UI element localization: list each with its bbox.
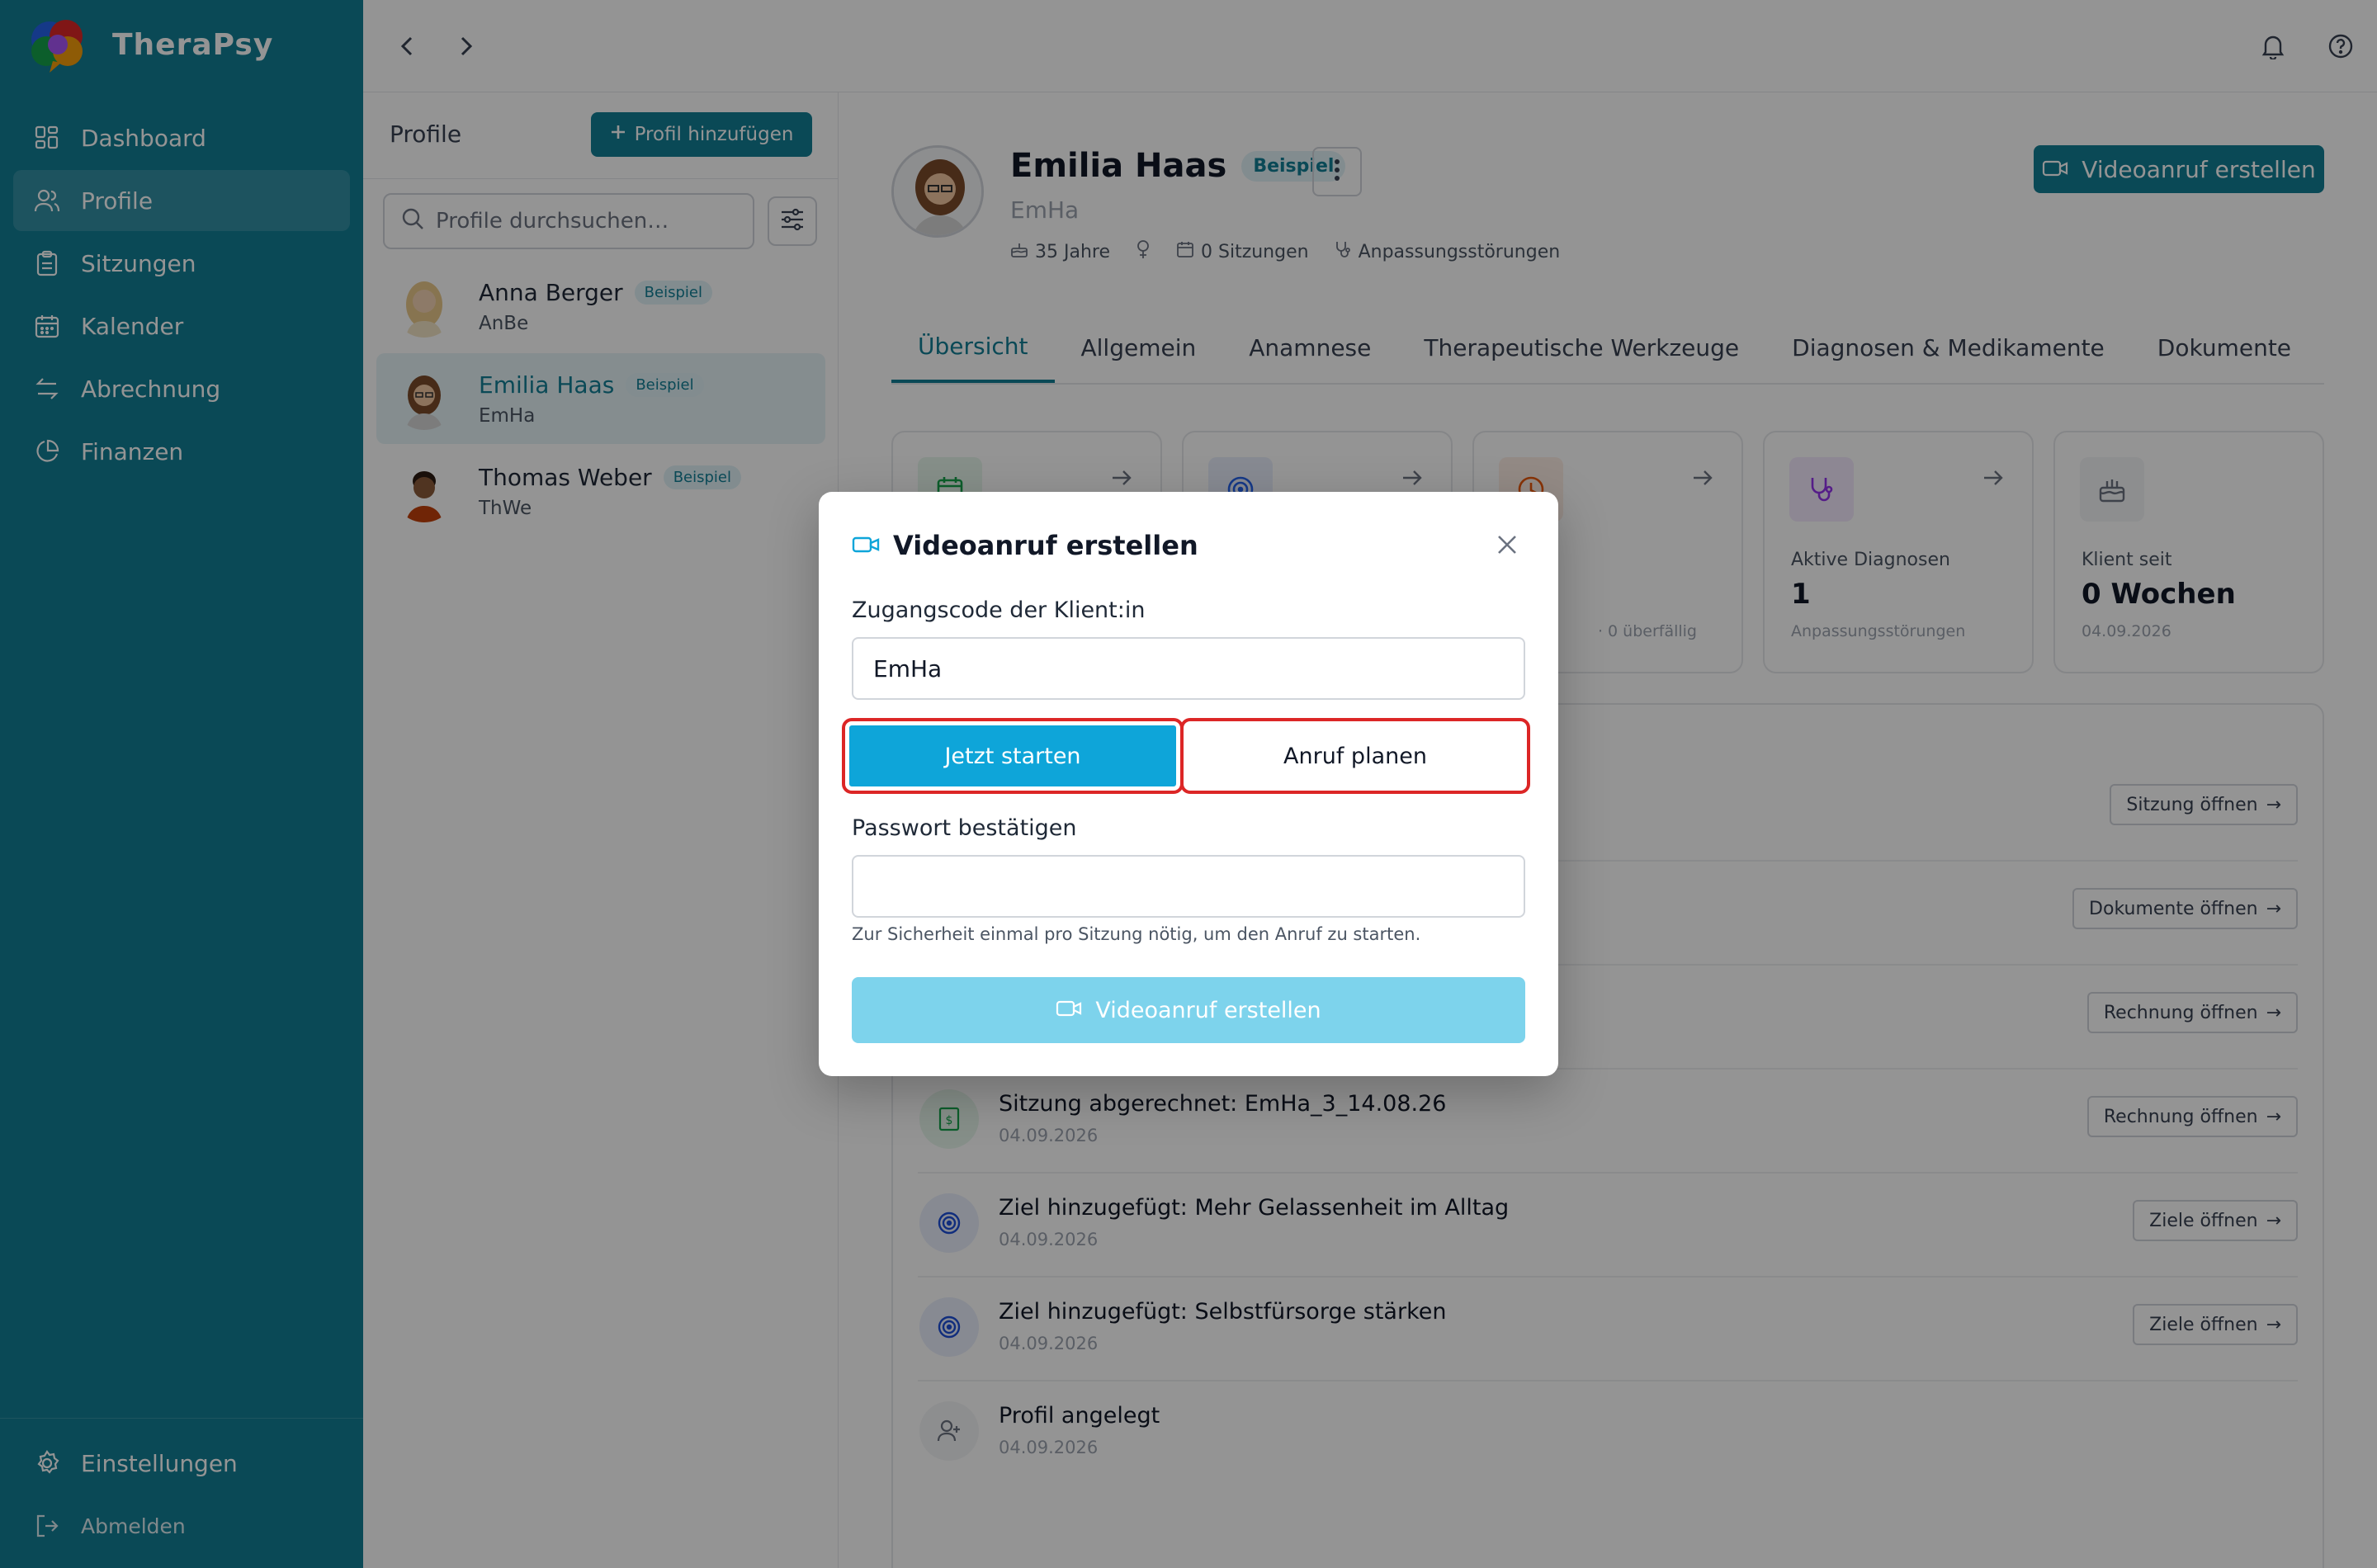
- password-label: Passwort bestätigen: [852, 815, 1077, 841]
- dialog-title: Videoanruf erstellen: [893, 530, 1198, 561]
- submit-label: Videoanruf erstellen: [1095, 997, 1321, 1023]
- video-call-dialog: Videoanruf erstellen Zugangscode der Kli…: [819, 492, 1558, 1076]
- schedule-call-button[interactable]: Anruf planen: [1180, 718, 1530, 794]
- create-video-call-submit-button[interactable]: Videoanruf erstellen: [852, 977, 1525, 1043]
- video-camera-icon: [1056, 998, 1082, 1023]
- video-camera-icon: [852, 530, 880, 561]
- close-icon: [1496, 534, 1518, 559]
- access-code-label: Zugangscode der Klient:in: [852, 597, 1146, 623]
- password-field[interactable]: [852, 855, 1525, 918]
- start-now-button[interactable]: Jetzt starten: [842, 718, 1184, 794]
- access-code-field[interactable]: EmHa: [852, 637, 1525, 700]
- dialog-header: Videoanruf erstellen: [852, 530, 1198, 561]
- password-hint: Zur Sicherheit einmal pro Sitzung nötig,…: [852, 924, 1421, 944]
- close-button[interactable]: [1489, 528, 1525, 564]
